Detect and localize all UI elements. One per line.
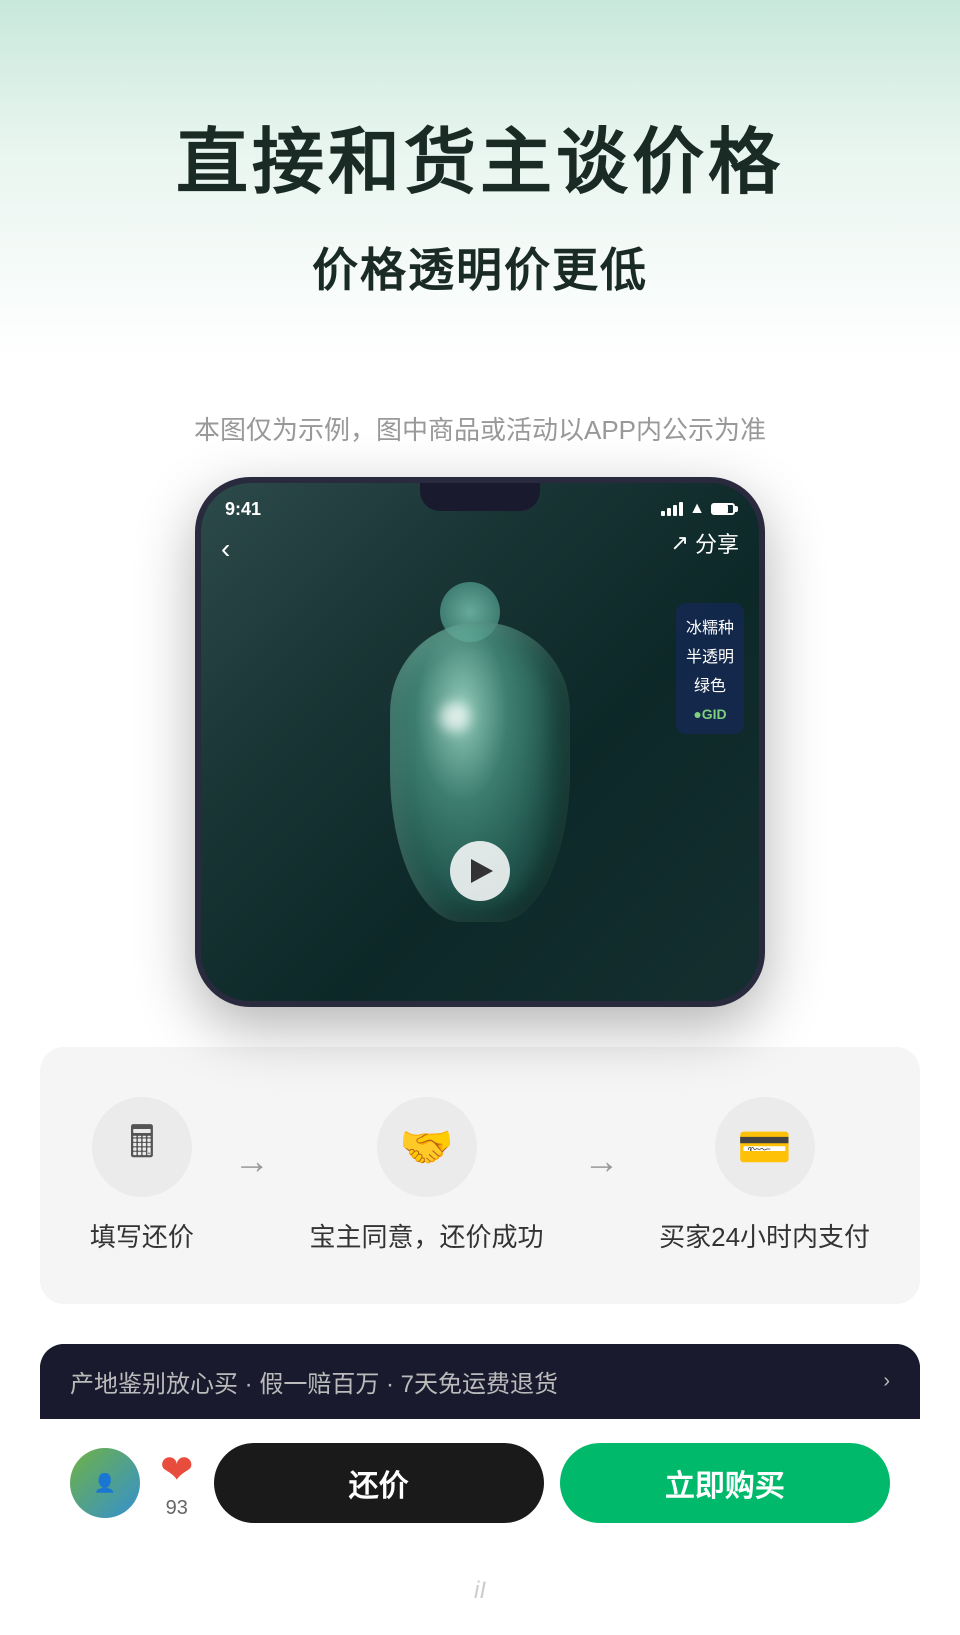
process-step-2: 🤝 宝主同意，还价成功 — [310, 1097, 544, 1254]
share-icon: ↗ — [671, 530, 689, 556]
trust-arrow: › — [883, 1370, 890, 1393]
phone-mockup: 9:41 ▲ ‹ — [195, 477, 765, 1007]
trust-text: 产地鉴别放心买 · 假一赔百万 · 7天免运费退货 — [70, 1364, 558, 1399]
watermark-text: iI — [474, 1577, 486, 1604]
hero-subtitle: 价格透明价更低 — [40, 234, 920, 300]
hero-title: 直接和货主谈价格 — [40, 120, 920, 206]
tag-translucent: 半透明 — [686, 644, 734, 673]
jade-background: ‹ ↗ 分享 冰糯种 半透明 绿色 ●GID — [201, 483, 759, 1001]
bottom-action-bar: 👤 ❤ 93 还价 立即购买 — [40, 1419, 920, 1547]
process-section: 🖩 填写还价 → 🤝 宝主同意，还价成功 → 💳 买家24小时内支付 — [40, 1047, 920, 1304]
back-button[interactable]: ‹ — [221, 533, 230, 565]
disclaimer-text: 本图仅为示例，图中商品或活动以APP内公示为准 — [0, 360, 960, 477]
trust-banner[interactable]: 产地鉴别放心买 · 假一赔百万 · 7天免运费退货 › — [40, 1344, 920, 1419]
signal-icon — [661, 502, 683, 516]
share-button[interactable]: ↗ 分享 — [671, 527, 739, 559]
gid-badge: 冰糯种 半透明 绿色 ●GID — [676, 603, 744, 733]
handshake-icon: 🤝 — [399, 1121, 454, 1173]
play-icon — [471, 859, 493, 883]
play-button[interactable] — [450, 841, 510, 901]
step2-label: 宝主同意，还价成功 — [310, 1217, 544, 1254]
heart-count: 93 — [166, 1497, 188, 1520]
watermark: iI — [0, 1547, 960, 1635]
process-step-3: 💳 买家24小时内支付 — [659, 1097, 870, 1254]
step1-label: 填写还价 — [90, 1217, 194, 1254]
step1-icon-wrap: 🖩 — [92, 1097, 192, 1197]
action-buttons: 还价 立即购买 — [214, 1443, 890, 1523]
jade-highlight — [440, 702, 470, 732]
payment-icon: 💳 — [737, 1121, 792, 1173]
avatar-image: 👤 — [70, 1448, 140, 1518]
seller-avatar[interactable]: 👤 — [70, 1448, 140, 1518]
step2-icon-wrap: 🤝 — [377, 1097, 477, 1197]
status-time: 9:41 — [225, 499, 261, 520]
bottom-bar-section: 产地鉴别放心买 · 假一赔百万 · 7天免运费退货 › 👤 ❤ 93 还价 立即… — [40, 1344, 920, 1547]
calculator-icon: 🖩 — [129, 1110, 155, 1185]
phone-content: 9:41 ▲ ‹ — [201, 483, 759, 1001]
buy-button[interactable]: 立即购买 — [560, 1443, 890, 1523]
hero-section: 直接和货主谈价格 价格透明价更低 — [0, 0, 960, 360]
process-step-1: 🖩 填写还价 — [90, 1097, 194, 1254]
status-bar: 9:41 ▲ — [201, 491, 759, 527]
wifi-icon: ▲ — [689, 500, 705, 518]
heart-icon: ❤ — [160, 1447, 194, 1493]
phone-section: 9:41 ▲ ‹ — [0, 477, 960, 1047]
heart-area[interactable]: ❤ 93 — [160, 1447, 194, 1520]
battery-icon — [711, 503, 735, 515]
haunjia-button[interactable]: 还价 — [214, 1443, 544, 1523]
step3-icon-wrap: 💳 — [715, 1097, 815, 1197]
arrow-1: → — [234, 1140, 270, 1182]
tag-green: 绿色 — [686, 673, 734, 702]
status-icons: ▲ — [661, 500, 735, 518]
tag-ice: 冰糯种 — [686, 615, 734, 644]
step3-label: 买家24小时内支付 — [659, 1217, 870, 1254]
arrow-2: → — [583, 1140, 619, 1182]
gid-logo: ●GID — [686, 706, 734, 722]
